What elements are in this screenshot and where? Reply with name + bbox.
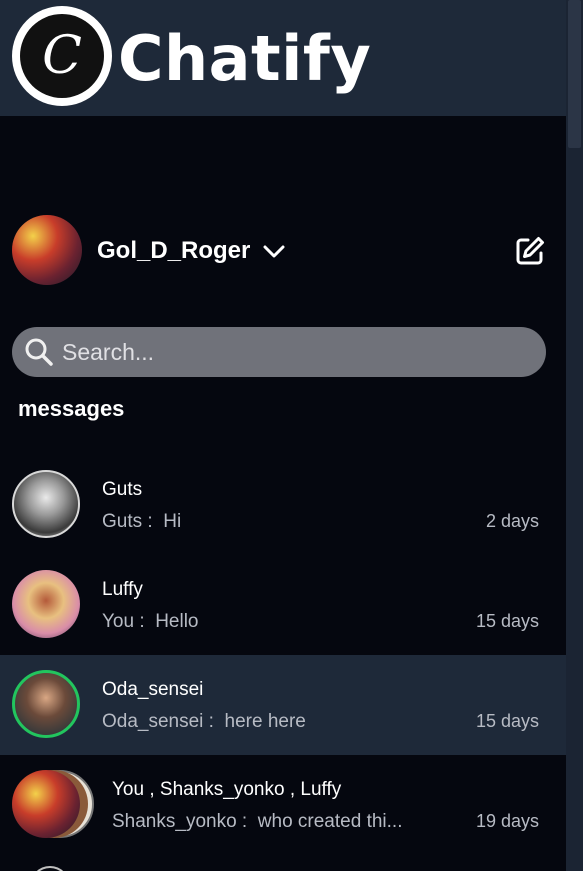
conversation-title: Oda_sensei <box>102 679 204 700</box>
search-bar <box>12 327 546 377</box>
app-header: C Chatify <box>0 0 566 116</box>
preview-message: Hello <box>155 611 199 632</box>
conversation-time: 15 days <box>475 611 539 631</box>
search-icon <box>25 338 53 366</box>
username[interactable]: Gol_D_Roger <box>97 237 250 265</box>
conversation-preview: Shanks_yonko : who created thi... <box>112 811 403 832</box>
app-logo[interactable]: C <box>12 6 112 106</box>
preview-message: who created thi... <box>257 811 403 832</box>
conversation-item-active[interactable]: Oda_sensei Oda_sensei : here here 15 day… <box>0 655 566 755</box>
conversation-item[interactable]: Luffy You : Hello 15 days <box>0 555 566 655</box>
preview-sender: Guts <box>102 511 143 532</box>
conversation-title: Luffy <box>102 579 143 600</box>
conversation-time: 2 days <box>485 511 539 531</box>
user-avatar[interactable] <box>12 215 82 285</box>
conversation-preview: You : Hello <box>102 611 199 632</box>
avatar <box>12 470 80 538</box>
conversation-item[interactable]: Guts Guts : Hi 2 days <box>0 455 566 555</box>
conversation-title: You , Shanks_yonko , Luffy <box>112 779 342 800</box>
scrollbar-thumb[interactable] <box>568 0 581 148</box>
group-avatar-front <box>12 770 80 838</box>
preview-sender: You <box>102 611 135 632</box>
avatar <box>12 570 80 638</box>
preview-message: Hi <box>163 511 182 532</box>
next-avatar-partial <box>30 866 70 871</box>
chevron-down-icon[interactable] <box>262 243 286 261</box>
preview-message: here here <box>224 711 306 732</box>
group-conversation-item[interactable]: You , Shanks_yonko , Luffy Shanks_yonko … <box>0 755 566 855</box>
section-title: messages <box>18 396 125 421</box>
logo-letter: C <box>20 14 104 98</box>
conversation-preview: Guts : Hi <box>102 511 182 532</box>
app-title: Chatify <box>118 22 372 95</box>
user-profile-row: Gol_D_Roger <box>12 215 552 287</box>
conversation-time: 15 days <box>475 711 539 731</box>
conversation-title: Guts <box>102 479 143 500</box>
search-input[interactable] <box>62 333 532 371</box>
scrollbar[interactable] <box>566 0 583 871</box>
preview-sender: Oda_sensei <box>102 711 204 732</box>
preview-sender: Shanks_yonko <box>112 811 237 832</box>
conversation-preview: Oda_sensei : here here <box>102 711 306 732</box>
conversation-time: 19 days <box>475 811 539 831</box>
avatar-online <box>12 670 80 738</box>
compose-icon[interactable] <box>514 235 546 267</box>
